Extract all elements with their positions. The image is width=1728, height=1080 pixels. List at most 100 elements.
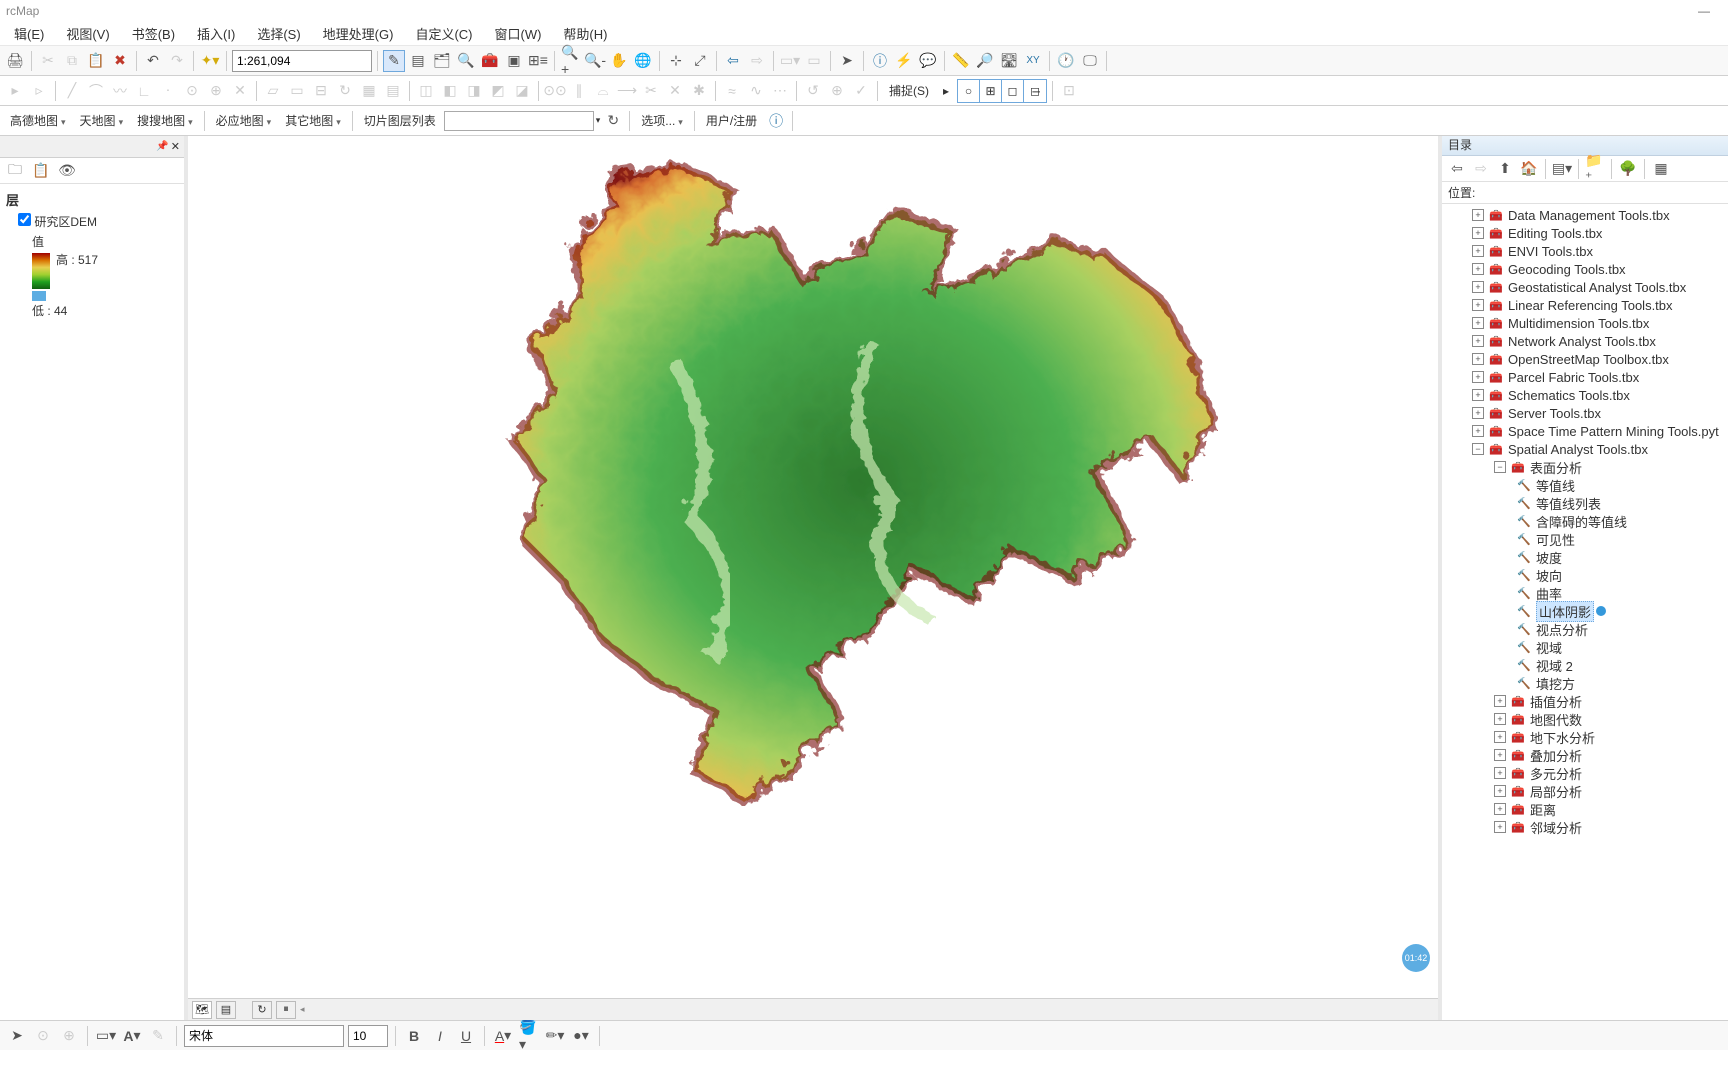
- toolset-surface[interactable]: −🧰表面分析: [1442, 458, 1728, 476]
- cat-home-icon[interactable]: 🏠: [1518, 158, 1540, 180]
- font-size-select[interactable]: [348, 1025, 388, 1047]
- measure-icon[interactable]: 📏: [950, 50, 972, 72]
- list-by-visibility-icon[interactable]: 👁: [56, 160, 78, 182]
- toolbox-item[interactable]: +🧰OpenStreetMap Toolbox.tbx: [1442, 350, 1728, 368]
- html-popup-icon[interactable]: 💬: [917, 50, 939, 72]
- pan-icon[interactable]: ✋: [608, 50, 630, 72]
- line-color-icon[interactable]: ✏▾: [544, 1025, 566, 1047]
- cat-up-icon[interactable]: ⬆: [1494, 158, 1516, 180]
- cat-options-icon[interactable]: ▦: [1650, 158, 1672, 180]
- basemap-bing[interactable]: 必应地图: [210, 112, 278, 129]
- menu-edit[interactable]: 辑(E): [4, 22, 54, 45]
- select-elements-icon[interactable]: ➤: [6, 1025, 28, 1047]
- info-icon[interactable]: ⓘ: [765, 110, 787, 132]
- select-elements-icon[interactable]: ➤: [836, 50, 858, 72]
- toolset-overlay[interactable]: +🧰叠加分析: [1442, 746, 1728, 764]
- map-canvas[interactable]: 01:42: [188, 136, 1438, 998]
- menu-customize[interactable]: 自定义(C): [405, 22, 482, 45]
- options-menu[interactable]: 选项...: [635, 112, 689, 129]
- tool-viewshed2[interactable]: 视域 2: [1442, 656, 1728, 674]
- italic-icon[interactable]: I: [429, 1025, 451, 1047]
- toolbox-item[interactable]: +🧰Data Management Tools.tbx: [1442, 206, 1728, 224]
- layer-toggle[interactable]: [18, 213, 31, 226]
- basemap-tianditu[interactable]: 天地图: [74, 112, 130, 129]
- full-extent-icon[interactable]: 🌐: [632, 50, 654, 72]
- back-icon[interactable]: ⇦: [722, 50, 744, 72]
- tool-observer-points[interactable]: 视点分析: [1442, 620, 1728, 638]
- text-icon[interactable]: A▾: [121, 1025, 143, 1047]
- map-scale-input[interactable]: [232, 50, 372, 72]
- toolset-multivariate[interactable]: +🧰多元分析: [1442, 764, 1728, 782]
- basemap-soso[interactable]: 搜搜地图: [131, 112, 199, 129]
- find-route-icon[interactable]: 🛣: [998, 50, 1020, 72]
- data-view-tab[interactable]: 🗺: [192, 1001, 212, 1019]
- toolbox-item[interactable]: +🧰Schematics Tools.tbx: [1442, 386, 1728, 404]
- go-to-xy-icon[interactable]: XY: [1022, 50, 1044, 72]
- cat-connect-folder-icon[interactable]: 📁⁺: [1584, 158, 1606, 180]
- search-window-icon[interactable]: 🔍: [455, 50, 477, 72]
- editor-toolbar-icon[interactable]: ✎: [383, 50, 405, 72]
- list-by-drawing-icon[interactable]: 🗀: [4, 160, 26, 182]
- tool-contour[interactable]: 等值线: [1442, 476, 1728, 494]
- toolset-mapalgebra[interactable]: +🧰地图代数: [1442, 710, 1728, 728]
- tool-cutfill[interactable]: 填挖方: [1442, 674, 1728, 692]
- arctoolbox-icon[interactable]: 🧰: [479, 50, 501, 72]
- toolbox-item[interactable]: +🧰Network Analyst Tools.tbx: [1442, 332, 1728, 350]
- close-toc-icon[interactable]: ✕: [171, 140, 180, 153]
- tool-slope[interactable]: 坡度: [1442, 548, 1728, 566]
- list-by-source-icon[interactable]: 📋: [30, 160, 52, 182]
- toc-icon[interactable]: ▤: [407, 50, 429, 72]
- toolbox-item[interactable]: +🧰Geostatistical Analyst Tools.tbx: [1442, 278, 1728, 296]
- add-data-icon[interactable]: ✦▾: [199, 50, 221, 72]
- basemap-other[interactable]: 其它地图: [279, 112, 347, 129]
- menu-selection[interactable]: 选择(S): [247, 22, 310, 45]
- catalog-tree[interactable]: +🧰Data Management Tools.tbx +🧰Editing To…: [1442, 204, 1728, 1020]
- toolbox-item[interactable]: +🧰Multidimension Tools.tbx: [1442, 314, 1728, 332]
- tool-curvature[interactable]: 曲率: [1442, 584, 1728, 602]
- catalog-window-icon[interactable]: 🗂: [431, 50, 453, 72]
- bold-icon[interactable]: B: [403, 1025, 425, 1047]
- toolbox-item[interactable]: +🧰Space Time Pattern Mining Tools.pyt: [1442, 422, 1728, 440]
- toolbox-item[interactable]: +🧰Geocoding Tools.tbx: [1442, 260, 1728, 278]
- minimize-button[interactable]: —: [1686, 4, 1722, 18]
- slice-layer-select[interactable]: [444, 111, 594, 131]
- print-icon[interactable]: 🖨: [4, 50, 26, 72]
- tool-contour-barriers[interactable]: 含障碍的等值线: [1442, 512, 1728, 530]
- menu-bookmarks[interactable]: 书签(B): [122, 22, 185, 45]
- fixed-zoom-in-icon[interactable]: ⊹: [665, 50, 687, 72]
- delete-icon[interactable]: ✖: [109, 50, 131, 72]
- toolset-neighborhood[interactable]: +🧰邻域分析: [1442, 818, 1728, 836]
- underline-icon[interactable]: U: [455, 1025, 477, 1047]
- zoom-out-icon[interactable]: 🔍-: [584, 50, 606, 72]
- model-builder-icon[interactable]: ⊞≡: [527, 50, 549, 72]
- toolbox-item[interactable]: +🧰Editing Tools.tbx: [1442, 224, 1728, 242]
- fixed-zoom-out-icon[interactable]: ⤢: [689, 50, 711, 72]
- snap-edge-icon[interactable]: ◻̶: [1024, 80, 1046, 102]
- zoom-in-icon[interactable]: 🔍+: [560, 50, 582, 72]
- undo-icon[interactable]: ↶: [142, 50, 164, 72]
- basemap-amap[interactable]: 高德地图: [4, 112, 72, 129]
- select-features-icon[interactable]: ▭▾: [779, 50, 801, 72]
- menu-window[interactable]: 窗口(W): [484, 22, 551, 45]
- tool-hillshade[interactable]: 山体阴影: [1442, 602, 1728, 620]
- toolset-local[interactable]: +🧰局部分析: [1442, 782, 1728, 800]
- python-window-icon[interactable]: ▣: [503, 50, 525, 72]
- layout-view-tab[interactable]: ▤: [216, 1001, 236, 1019]
- refresh-slice-icon[interactable]: ↻: [602, 110, 624, 132]
- toolset-interpolation[interactable]: +🧰插值分析: [1442, 692, 1728, 710]
- user-register[interactable]: 用户/注册: [700, 112, 763, 129]
- pin-icon[interactable]: 📌: [156, 141, 168, 152]
- layer-dem[interactable]: 研究区DEM: [6, 211, 178, 232]
- toolbox-item[interactable]: +🧰Linear Referencing Tools.tbx: [1442, 296, 1728, 314]
- refresh-view-icon[interactable]: ↻: [252, 1001, 272, 1019]
- cat-tree-icon[interactable]: 🌳: [1617, 158, 1639, 180]
- toolset-distance[interactable]: +🧰距离: [1442, 800, 1728, 818]
- snap-vertex-icon[interactable]: ◻: [1002, 80, 1024, 102]
- cat-toggle-icon[interactable]: ▤▾: [1551, 158, 1573, 180]
- marker-color-icon[interactable]: ●▾: [570, 1025, 592, 1047]
- font-color-icon[interactable]: A▾: [492, 1025, 514, 1047]
- tool-viewshed[interactable]: 视域: [1442, 638, 1728, 656]
- time-slider-icon[interactable]: 🕐: [1055, 50, 1077, 72]
- fill-color-icon[interactable]: 🪣▾: [518, 1025, 540, 1047]
- menu-geoprocessing[interactable]: 地理处理(G): [313, 22, 404, 45]
